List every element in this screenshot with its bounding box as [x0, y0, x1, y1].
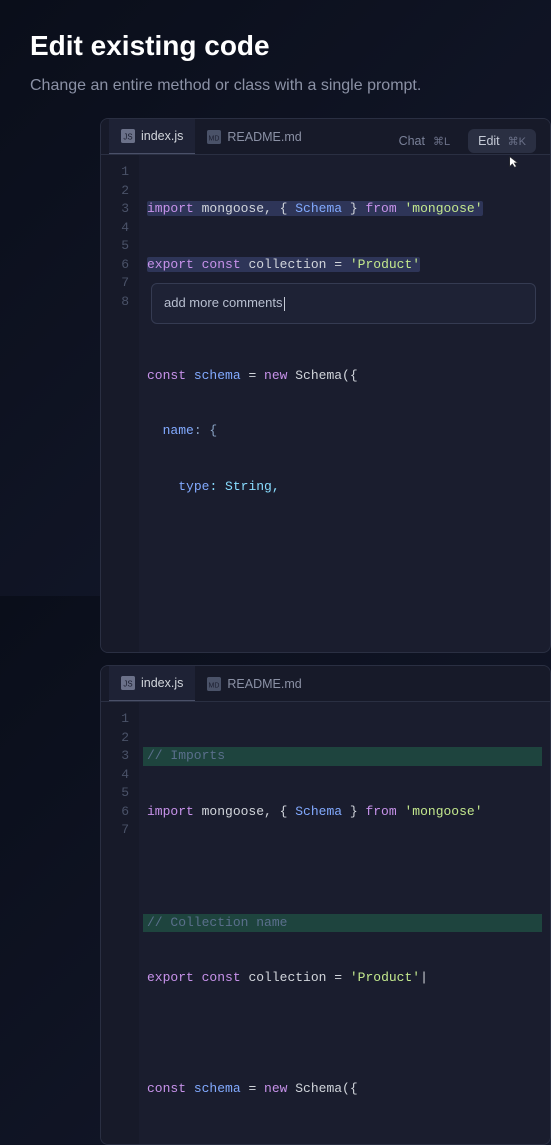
line-number: 2	[115, 182, 129, 201]
line-number: 7	[115, 274, 129, 293]
mouse-cursor-icon	[508, 155, 522, 169]
line-number: 2	[115, 729, 129, 748]
edit-label: Edit	[478, 134, 500, 148]
code-line: const schema = new Schema({	[147, 1080, 538, 1099]
tab-label: README.md	[227, 677, 301, 691]
code-lines[interactable]: // Imports import mongoose, { Schema } f…	[139, 702, 550, 1144]
code-lines[interactable]: import mongoose, { Schema } from 'mongoo…	[139, 155, 550, 652]
code-line: const schema = new Schema({	[147, 367, 538, 386]
svg-text:MD: MD	[209, 135, 220, 142]
tab-readme[interactable]: MD README.md	[195, 119, 313, 154]
js-file-icon: JS	[121, 676, 135, 690]
line-gutter: 1 2 3 4 5 6 7 8	[101, 155, 139, 652]
code-line: name: {	[147, 422, 538, 441]
line-number: 1	[115, 163, 129, 182]
code-line: export const collection = 'Product'	[147, 256, 538, 275]
chat-shortcut: ⌘L	[433, 135, 450, 148]
code-line	[147, 858, 538, 877]
svg-text:JS: JS	[123, 133, 132, 142]
tab-readme[interactable]: MD README.md	[195, 666, 313, 701]
tab-bar: JS index.js MD README.md	[101, 666, 550, 702]
line-number: 6	[115, 256, 129, 275]
edit-shortcut: ⌘K	[508, 135, 526, 148]
editor-after: JS index.js MD README.md 1 2 3 4 5 6 7 /…	[100, 665, 551, 1145]
code-line	[147, 533, 538, 552]
text-cursor-icon	[284, 297, 285, 311]
page-subtitle: Change an entire method or class with a …	[30, 74, 521, 98]
code-line: // Imports	[147, 747, 538, 766]
line-number: 6	[115, 803, 129, 822]
tab-label: README.md	[227, 130, 301, 144]
code-line: // Collection name	[147, 914, 538, 933]
code-line	[147, 589, 538, 608]
code-line: import mongoose, { Schema } from 'mongoo…	[147, 200, 538, 219]
line-number: 7	[115, 821, 129, 840]
svg-text:JS: JS	[123, 680, 132, 689]
editor-before: JS index.js MD README.md Chat ⌘L Edit ⌘K…	[100, 118, 551, 653]
code-line: import mongoose, { Schema } from 'mongoo…	[147, 803, 538, 822]
line-number: 4	[115, 219, 129, 238]
line-gutter: 1 2 3 4 5 6 7	[101, 702, 139, 1144]
chat-button[interactable]: Chat ⌘L	[389, 129, 461, 153]
inline-prompt-input[interactable]: add more comments	[151, 283, 536, 324]
line-number: 3	[115, 200, 129, 219]
line-number: 5	[115, 237, 129, 256]
tab-label: index.js	[141, 676, 183, 690]
line-number: 1	[115, 710, 129, 729]
header: Edit existing code Change an entire meth…	[0, 0, 551, 118]
js-file-icon: JS	[121, 129, 135, 143]
line-number: 5	[115, 784, 129, 803]
md-file-icon: MD	[207, 677, 221, 691]
page-title: Edit existing code	[30, 30, 521, 62]
tab-label: index.js	[141, 129, 183, 143]
line-number: 8	[115, 293, 129, 312]
edit-button[interactable]: Edit ⌘K	[468, 129, 536, 153]
line-number: 3	[115, 747, 129, 766]
code-line: type: String,	[147, 478, 538, 497]
code-area[interactable]: 1 2 3 4 5 6 7 8 import mongoose, { Schem…	[101, 155, 550, 652]
code-line: export const collection = 'Product'|	[147, 969, 538, 988]
tab-index-js[interactable]: JS index.js	[109, 666, 195, 701]
code-line	[147, 1025, 538, 1044]
line-number: 4	[115, 766, 129, 785]
svg-text:MD: MD	[209, 682, 220, 689]
tab-index-js[interactable]: JS index.js	[109, 119, 195, 154]
prompt-text: add more comments	[164, 295, 283, 310]
action-pills: Chat ⌘L Edit ⌘K	[389, 129, 536, 153]
code-area[interactable]: 1 2 3 4 5 6 7 // Imports import mongoose…	[101, 702, 550, 1144]
chat-label: Chat	[399, 134, 425, 148]
md-file-icon: MD	[207, 130, 221, 144]
